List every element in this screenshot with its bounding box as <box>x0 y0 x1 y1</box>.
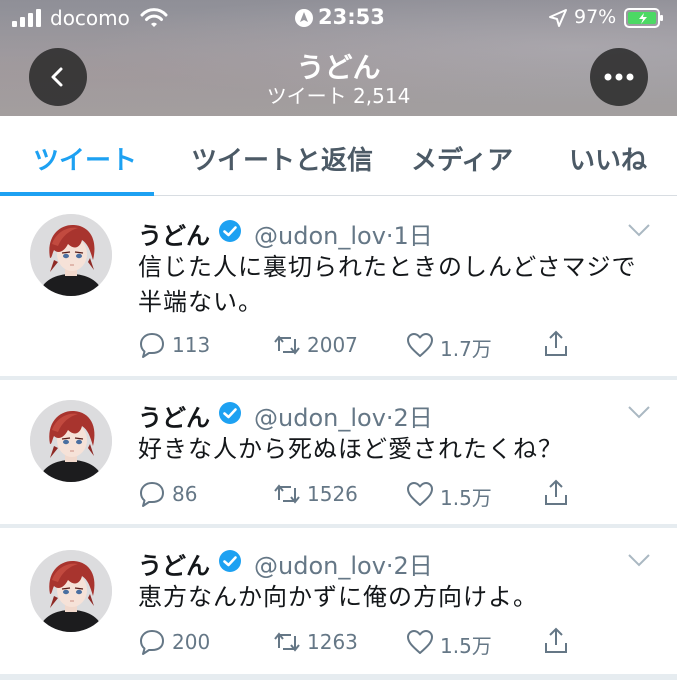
avatar[interactable] <box>30 550 112 632</box>
more-button[interactable] <box>590 48 648 106</box>
tab-likes[interactable]: いいね <box>569 140 647 177</box>
tweet-text: 信じた人に裏切られたときのしんどさマジで半端ない。 <box>138 253 637 316</box>
tweet-time: ·2日 <box>385 404 433 432</box>
tab-media[interactable]: メディア <box>411 140 513 177</box>
chevron-down-icon[interactable] <box>626 404 652 420</box>
like-count: 1.5万 <box>440 634 492 658</box>
battery-icon <box>624 8 663 28</box>
tab-tweets[interactable]: ツイート <box>33 140 137 177</box>
signal-icon <box>12 9 48 27</box>
more-dots-icon <box>604 73 634 81</box>
tab-tweets-and-replies[interactable]: ツイートと返信 <box>191 140 373 177</box>
share-icon[interactable] <box>542 329 570 357</box>
location-lock-icon <box>295 9 313 27</box>
retweet-icon[interactable] <box>273 628 301 656</box>
tweet-author-name[interactable]: うどん <box>138 216 210 251</box>
share-icon[interactable] <box>542 626 570 654</box>
reply-icon[interactable] <box>138 480 166 508</box>
chevron-down-icon[interactable] <box>626 552 652 568</box>
tweet-item[interactable]: うどん @udon_lov·2日 好きな人から死ぬほど愛されたくね？ 86 15… <box>0 380 677 528</box>
location-arrow-icon <box>549 9 567 27</box>
heart-icon[interactable] <box>406 628 434 656</box>
tweet-author-name[interactable]: うどん <box>138 546 210 581</box>
tweet-text: 好きな人から死ぬほど愛されたくね？ <box>138 435 563 463</box>
profile-header: docomo 23:53 97% うどん ツイート 2,514 <box>0 0 677 116</box>
reply-icon[interactable] <box>138 628 166 656</box>
wifi-icon <box>140 8 168 27</box>
like-count: 1.5万 <box>440 486 492 510</box>
tweet-item[interactable]: うどん @udon_lov·1日 信じた人に裏切られたときのしんどさマジで半端な… <box>0 196 677 380</box>
carrier-label: docomo <box>50 6 130 30</box>
tweet-time: ·1日 <box>385 222 433 250</box>
tweet-item[interactable]: うどん @udon_lov·2日 恵方なんか向かずに俺の方向けよ。 200 12… <box>0 528 677 674</box>
avatar[interactable] <box>30 214 112 296</box>
heart-icon[interactable] <box>406 331 434 359</box>
reply-count: 86 <box>172 482 198 506</box>
list-bottom-divider <box>0 674 677 680</box>
retweet-icon[interactable] <box>273 480 301 508</box>
tweet-author-handle: @udon_lov·2日 <box>254 552 433 580</box>
chevron-down-icon[interactable] <box>626 222 652 238</box>
reply-count: 113 <box>172 333 211 357</box>
retweet-count: 1263 <box>307 630 358 654</box>
retweet-count: 2007 <box>307 333 358 357</box>
tweet-text: 恵方なんか向かずに俺の方向けよ。 <box>138 583 538 611</box>
like-count: 1.7万 <box>440 337 492 361</box>
retweet-count: 1526 <box>307 482 358 506</box>
clock-time: 23:53 <box>318 5 385 29</box>
tweet-author-handle: @udon_lov·1日 <box>254 222 433 250</box>
reply-icon[interactable] <box>138 331 166 359</box>
retweet-icon[interactable] <box>273 331 301 359</box>
tweet-time: ·2日 <box>385 552 433 580</box>
share-icon[interactable] <box>542 478 570 506</box>
status-bar: docomo 23:53 97% <box>0 0 677 36</box>
verified-badge-icon <box>219 550 241 572</box>
avatar[interactable] <box>30 400 112 482</box>
battery-percent: 97% <box>574 6 617 28</box>
verified-badge-icon <box>219 402 241 424</box>
tweet-author-name[interactable]: うどん <box>138 398 210 433</box>
verified-badge-icon <box>219 220 241 242</box>
reply-count: 200 <box>172 630 211 654</box>
profile-tabs: ツイート ツイートと返信 メディア いいね <box>0 116 677 196</box>
tweet-author-handle: @udon_lov·2日 <box>254 404 433 432</box>
heart-icon[interactable] <box>406 480 434 508</box>
tweet-count: ツイート 2,514 <box>266 84 411 108</box>
